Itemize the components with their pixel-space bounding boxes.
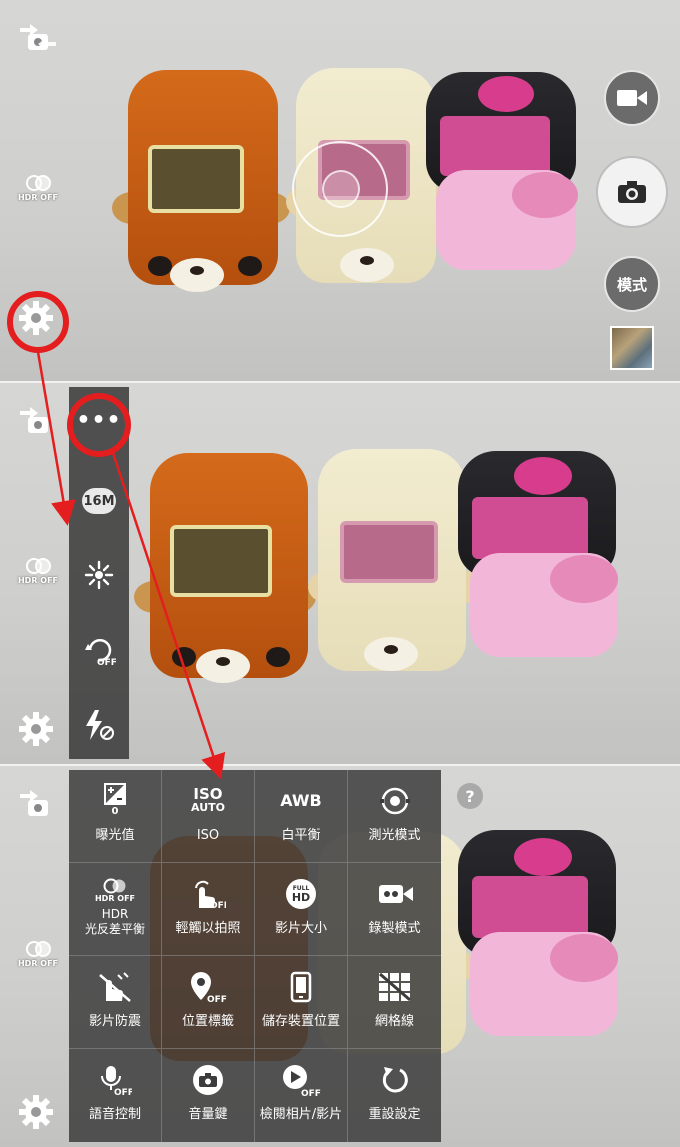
toy-car-brown	[134, 453, 318, 693]
camera-preview-panel-3: HDR OFF 0 曝光值 ISO AUTO ISO AWB 白平衡 測光模式 …	[0, 766, 680, 1147]
hdr-off-icon[interactable]: HDR OFF	[16, 941, 60, 973]
timer-off-button[interactable]: OFF	[69, 629, 129, 673]
setting-white-balance[interactable]: AWB 白平衡	[255, 770, 348, 863]
setting-video-stabilization[interactable]: 影片防震	[69, 956, 162, 1049]
setting-hdr[interactable]: HDR OFF HDR 光反差平衡	[69, 863, 162, 956]
gallery-thumbnail[interactable]	[610, 326, 654, 370]
location-tag-label: 位置標籤	[181, 1014, 234, 1029]
voice-control-off-icon: OFF	[101, 1066, 132, 1096]
stabilization-off-icon	[99, 972, 131, 1002]
video-stabilization-label: 影片防震	[88, 1014, 141, 1029]
camera-icon	[618, 181, 646, 203]
setting-voice-control[interactable]: OFF 語音控制	[69, 1049, 162, 1142]
review-off-icon: OFF	[283, 1065, 321, 1097]
svg-text:OFF: OFF	[210, 901, 226, 910]
volume-key-camera-icon	[193, 1065, 223, 1095]
settings-gear-icon[interactable]	[16, 709, 56, 749]
metering-label: 測光模式	[368, 828, 421, 843]
camera-preview-panel-1: HDR OFF 模式	[0, 0, 680, 381]
reset-icon	[382, 1067, 408, 1093]
video-camera-icon	[617, 90, 647, 106]
iso-label: ISO	[196, 828, 220, 843]
timer-off-icon: OFF	[85, 638, 116, 668]
setting-reset[interactable]: 重設設定	[348, 1049, 441, 1142]
resolution-badge: 16M	[82, 488, 116, 514]
hdr-label-line2: 光反差平衡	[84, 922, 145, 936]
video-record-button[interactable]	[604, 70, 660, 126]
toy-car-brown	[112, 70, 290, 300]
storage-phone-icon	[290, 971, 312, 1003]
toy-car-pink	[452, 451, 627, 661]
iso-auto-icon: ISO AUTO	[191, 785, 225, 815]
recording-mode-label: 錄製模式	[368, 921, 421, 936]
resolution-button[interactable]: 16M	[69, 479, 129, 523]
svg-text:OFF: OFF	[207, 995, 227, 1004]
hdr-setting-icon: HDR OFF	[95, 875, 135, 905]
svg-text:OFF: OFF	[97, 658, 116, 668]
storage-label: 儲存裝置位置	[261, 1014, 340, 1029]
settings-grid: 0 曝光值 ISO AUTO ISO AWB 白平衡 測光模式 HDR OFF	[69, 770, 441, 1142]
flash-off-icon	[86, 710, 114, 740]
full-hd-icon: FULL HD	[286, 879, 316, 909]
video-size-label: 影片大小	[274, 921, 327, 936]
hdr-label: HDR OFF	[17, 576, 58, 585]
svg-text:OFF: OFF	[301, 1089, 321, 1097]
tap-to-shoot-label: 輕觸以拍照	[175, 921, 241, 936]
setting-review[interactable]: OFF 檢閱相片/影片	[255, 1049, 348, 1142]
setting-iso[interactable]: ISO AUTO ISO	[162, 770, 255, 863]
hdr-off-icon[interactable]: HDR OFF	[16, 558, 60, 590]
setting-grid-lines[interactable]: 網格線	[348, 956, 441, 1049]
annotation-circle-settings	[7, 291, 69, 353]
white-balance-label: 白平衡	[281, 828, 321, 843]
touch-shot-off-icon: OFF	[195, 880, 226, 910]
setting-tap-to-shoot[interactable]: OFF 輕觸以拍照	[162, 863, 255, 956]
metering-icon	[379, 787, 410, 815]
setting-recording-mode[interactable]: 錄製模式	[348, 863, 441, 956]
help-button[interactable]: ?	[457, 783, 483, 809]
toy-car-pink	[452, 830, 627, 1040]
setting-video-size[interactable]: FULL HD 影片大小	[255, 863, 348, 956]
camera-preview-panel-2: HDR OFF ••• 16M OFF	[0, 383, 680, 764]
setting-storage[interactable]: 儲存裝置位置	[255, 956, 348, 1049]
setting-exposure[interactable]: 0 曝光值	[69, 770, 162, 863]
hdr-label: HDR OFF	[17, 193, 58, 202]
effects-button[interactable]	[69, 553, 129, 597]
shutter-button[interactable]	[596, 156, 668, 228]
setting-location-tag[interactable]: OFF 位置標籤	[162, 956, 255, 1049]
toy-car-pink	[420, 72, 585, 272]
exposure-icon	[104, 783, 126, 805]
hdr-label-line1: HDR	[101, 907, 129, 921]
volume-key-label: 音量鍵	[188, 1107, 228, 1122]
location-off-icon: OFF	[191, 972, 227, 1004]
hdr-off-icon[interactable]: HDR OFF	[16, 175, 60, 207]
reset-label: 重設設定	[368, 1107, 421, 1122]
mode-button[interactable]: 模式	[604, 256, 660, 312]
sparkle-icon	[84, 560, 114, 590]
focus-point	[322, 170, 360, 208]
hdr-label: HDR OFF	[17, 959, 58, 968]
settings-gear-icon[interactable]	[16, 1092, 56, 1132]
switch-camera-icon[interactable]	[16, 786, 60, 822]
exposure-value: 0	[111, 806, 119, 817]
flash-off-button[interactable]	[69, 703, 129, 747]
switch-camera-icon[interactable]	[16, 20, 60, 56]
setting-metering[interactable]: 測光模式	[348, 770, 441, 863]
recording-mode-icon	[378, 885, 413, 903]
svg-text:OFF: OFF	[114, 1088, 132, 1096]
review-label: 檢閱相片/影片	[259, 1107, 343, 1122]
grid-lines-label: 網格線	[374, 1014, 414, 1029]
annotation-circle-more	[67, 393, 131, 457]
grid-lines-off-icon	[378, 972, 411, 1002]
switch-camera-icon[interactable]	[16, 403, 60, 439]
exposure-label: 曝光值	[95, 828, 135, 843]
awb-icon: AWB	[280, 791, 322, 810]
setting-volume-key[interactable]: 音量鍵	[162, 1049, 255, 1142]
voice-control-label: 語音控制	[88, 1107, 141, 1122]
